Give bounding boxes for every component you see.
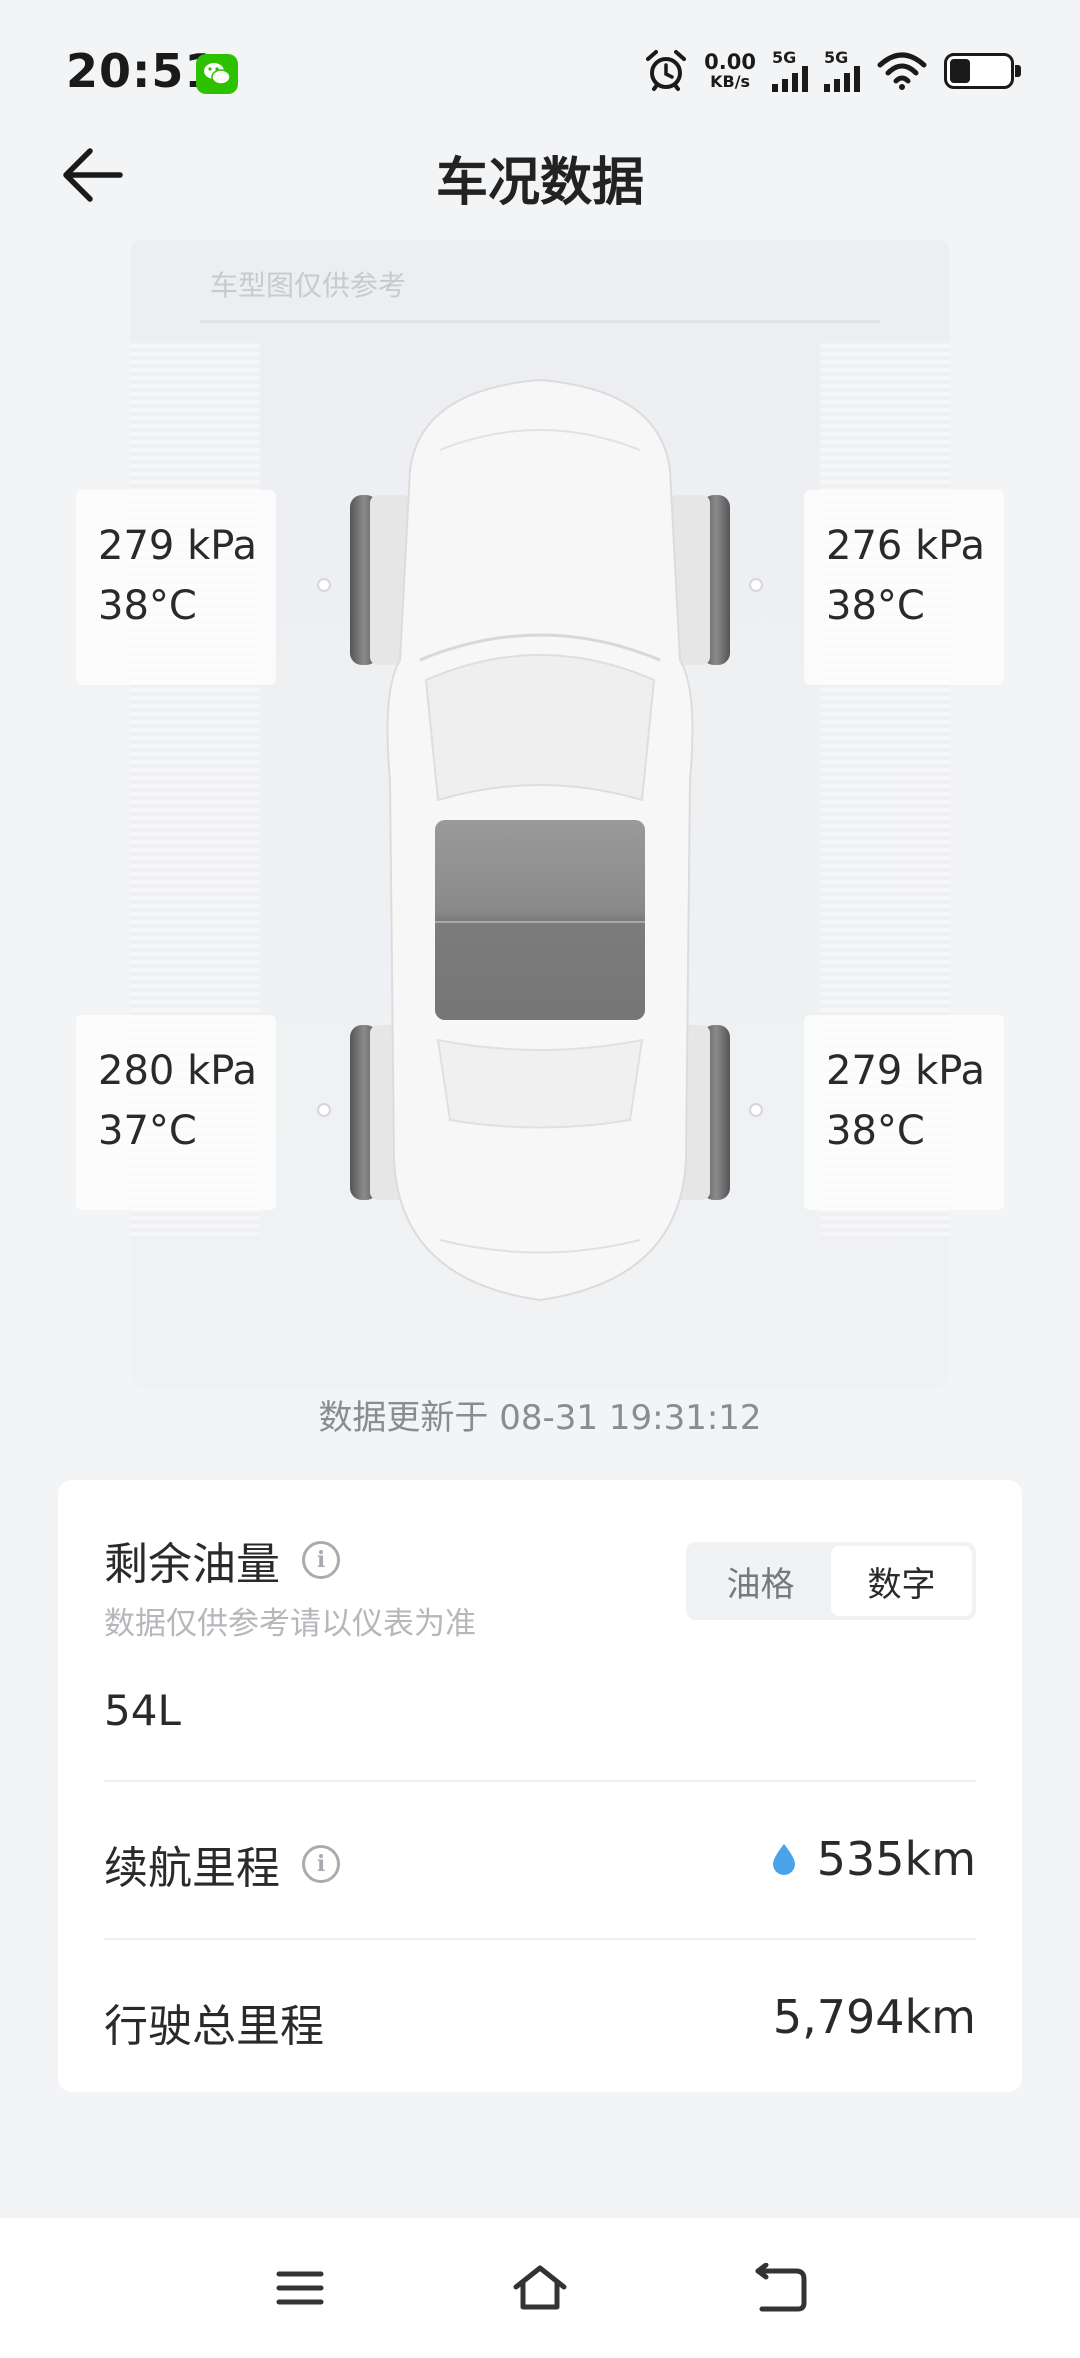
range-value-group: 535km xyxy=(771,1832,976,1886)
tire-rear-left-temp: 37°C xyxy=(98,1108,197,1154)
nav-menu-button[interactable] xyxy=(260,2248,340,2328)
toggle-fuel-bars[interactable]: 油格 xyxy=(690,1546,831,1616)
sim2-signal-icon: 5G xyxy=(824,50,860,92)
tire-rear-right-card: 279 kPa 38°C xyxy=(804,1015,1004,1210)
range-info-icon[interactable]: i xyxy=(302,1845,340,1883)
fuel-display-toggle: 油格 数字 xyxy=(686,1542,976,1620)
vehicle-info-card: 剩余油量 i 数据仅供参考请以仪表为准 油格 数字 54L 续航里程 i 535… xyxy=(58,1480,1022,2092)
tire-rear-left-card: 280 kPa 37°C xyxy=(76,1015,276,1210)
network-speed-value: 0.00 xyxy=(704,50,756,74)
system-nav-bar xyxy=(0,2218,1080,2358)
page-title: 车况数据 xyxy=(435,153,644,213)
car-top-view-image xyxy=(350,378,730,1302)
tire-front-right-connector xyxy=(749,578,763,592)
tire-front-left-connector xyxy=(317,578,331,592)
back-icon xyxy=(755,2263,807,2312)
odometer-label: 行驶总里程 xyxy=(104,2001,324,2052)
wifi-icon xyxy=(877,52,927,90)
home-icon xyxy=(513,2265,567,2310)
menu-icon xyxy=(276,2271,324,2305)
nav-home-button[interactable] xyxy=(500,2248,580,2328)
tire-rear-right-temp: 38°C xyxy=(826,1108,925,1154)
odometer-value: 5,794km xyxy=(772,1990,976,2044)
fuel-subtitle: 数据仅供参考请以仪表为准 xyxy=(104,1606,476,1642)
toggle-fuel-number[interactable]: 数字 xyxy=(831,1546,972,1616)
battery-icon xyxy=(944,53,1021,89)
fuel-title: 剩余油量 xyxy=(104,1539,280,1590)
status-time: 20:51 xyxy=(66,44,218,98)
divider xyxy=(104,1938,976,1940)
tire-rear-left-connector xyxy=(317,1103,331,1117)
range-label-group: 续航里程 i xyxy=(104,1832,340,1896)
fuel-drop-icon xyxy=(772,1844,795,1875)
fuel-value: 54L xyxy=(104,1686,181,1735)
tire-front-left-card: 279 kPa 38°C xyxy=(76,490,276,685)
tire-rear-left-pressure: 280 kPa xyxy=(98,1048,258,1094)
data-update-time: 数据更新于 08-31 19:31:12 xyxy=(318,1398,762,1438)
tire-front-right-pressure: 276 kPa xyxy=(826,523,986,569)
car-status-area: 车型图仅供参考 279 kPa 38°C 276 kPa 38°C 280 kP… xyxy=(0,220,1080,1390)
fuel-header: 剩余油量 i xyxy=(104,1528,340,1592)
tire-rear-right-pressure: 279 kPa xyxy=(826,1048,986,1094)
tire-front-right-temp: 38°C xyxy=(826,583,925,629)
wechat-notification-icon xyxy=(196,54,238,94)
sim1-signal-icon: 5G xyxy=(772,50,808,92)
fuel-info-icon[interactable]: i xyxy=(302,1541,340,1579)
nav-back-button[interactable] xyxy=(740,2248,820,2328)
range-value: 535km xyxy=(816,1832,976,1886)
alarm-icon xyxy=(646,50,687,91)
divider xyxy=(104,1780,976,1782)
sim2-label: 5G xyxy=(824,48,849,67)
status-bar: 20:51 0.00 KB/s 5G 5G xyxy=(0,0,1080,140)
tire-rear-right-connector xyxy=(749,1103,763,1117)
reference-note: 车型图仅供参考 xyxy=(210,269,407,302)
tire-front-right-card: 276 kPa 38°C xyxy=(804,490,1004,685)
scene-line xyxy=(200,320,880,323)
range-label: 续航里程 xyxy=(104,1843,280,1894)
sim1-label: 5G xyxy=(772,48,797,67)
tire-front-left-temp: 38°C xyxy=(98,583,197,629)
network-speed-unit: KB/s xyxy=(710,72,751,91)
tire-front-left-pressure: 279 kPa xyxy=(98,523,258,569)
network-speed: 0.00 KB/s xyxy=(704,51,756,91)
